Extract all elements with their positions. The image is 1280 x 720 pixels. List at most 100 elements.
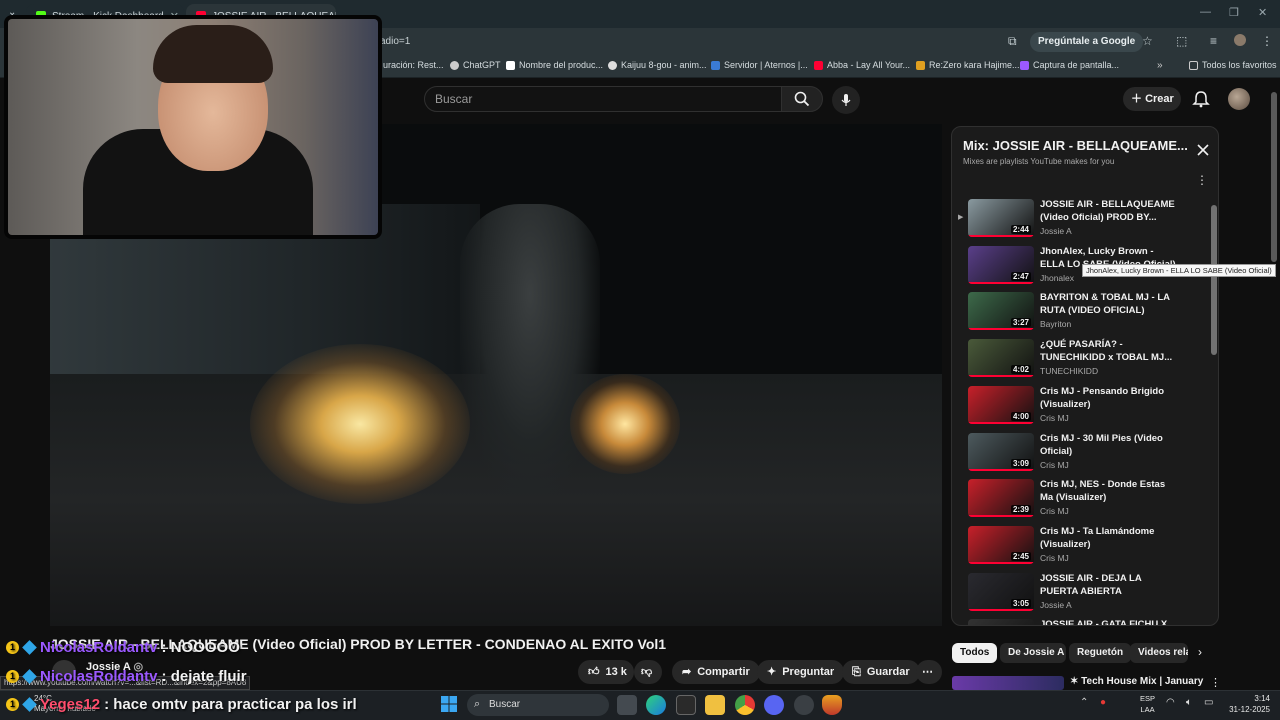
playlist-item[interactable]: JOSSIE AIR - GATA FICHU X [952,617,1212,625]
menu-icon[interactable]: ⋮ [1261,34,1273,48]
ask-label: Preguntar [782,666,835,678]
playlist-item[interactable]: 4:00 Cris MJ - Pensando Brigido (Visualiz… [952,384,1212,430]
cast-icon[interactable]: ⧉ [1008,34,1017,49]
playlist-item[interactable]: 3:27 BAYRITON & TOBAL MJ - LA RUTA (VIDEO… [952,290,1212,336]
folder-icon [1189,60,1198,70]
volume-icon[interactable]: 🔈︎ [1186,697,1192,708]
playlist-menu-icon[interactable]: ⋮ [1196,173,1208,187]
battery-icon[interactable]: ▭ [1204,697,1213,708]
chip-channel[interactable]: De Jossie A [1000,643,1066,663]
all-favorites[interactable]: Todos los favoritos [1189,60,1277,70]
task-view-icon[interactable] [617,695,637,715]
sub-badge-icon: 1 [6,641,19,654]
playlist-item[interactable]: 3:09 Cris MJ - 30 Mil Pies (Video Oficial… [952,431,1212,477]
bookmark-label: Kaijuu 8-gou - anim... [621,60,707,70]
search-icon: ⌕ [474,698,481,710]
bookmark-item[interactable]: Captura de pantalla... [1020,60,1119,70]
like-button[interactable]: 👍︎ 13 k [578,660,634,684]
bookmark-item[interactable]: Re:Zero kara Hajime... [916,60,1020,70]
search-button[interactable] [781,86,823,112]
save-button[interactable]: ⎘ Guardar [842,660,920,684]
chevron-up-icon[interactable]: ⌃ [1080,697,1088,708]
playlist-scrollbar[interactable] [1211,205,1217,355]
windows-start-icon[interactable] [440,695,460,715]
voice-search-button[interactable] [832,86,860,114]
search-input[interactable]: Buscar [424,86,782,112]
chip-label: Todos [960,647,990,658]
playlist-item-channel: Cris MJ [1040,459,1069,470]
bookmark-item[interactable]: Nombre del produc... [506,60,603,70]
chat-message: 1 Yeges12: hace omtv para practicar pa l… [6,696,357,713]
chevron-right-icon[interactable]: › [1198,645,1202,659]
wifi-icon[interactable]: ◠ [1166,697,1175,708]
dislike-button[interactable]: 👎︎ [634,660,662,684]
close-icon[interactable] [1196,143,1210,157]
bookmark-item[interactable]: uración: Rest... [383,60,444,70]
window-close-icon[interactable]: ✕ [1258,6,1267,19]
thumbs-up-icon: 👍︎ [588,666,600,678]
chip-related[interactable]: Videos rela [1130,643,1188,663]
webcam-person-hair [153,25,273,83]
playlist-thumbnail: 3:27 [968,292,1034,331]
share-button[interactable]: ➦ Compartir [672,660,760,684]
bookmark-label: ChatGPT [463,60,501,70]
address-bar[interactable]: adio=1 [380,32,970,52]
windows-logo-icon [441,696,457,712]
chip-all[interactable]: Todos [952,643,998,663]
brave-icon[interactable] [822,695,842,715]
chip-reggaeton[interactable]: Reguetón [1069,643,1132,663]
next-video-thumbnail[interactable] [952,676,1064,690]
extensions-icon[interactable]: ⬚ [1176,34,1187,48]
taskbar-search[interactable]: Buscar [467,694,609,716]
playlist-item[interactable]: 2:44 JOSSIE AIR - BELLAQUEAME (Video Ofic… [952,197,1212,243]
epic-games-icon[interactable] [676,695,696,715]
more-icon[interactable]: ⋮ [1210,676,1221,689]
watched-bar [968,515,1034,518]
layout-code: LAA [1140,705,1155,714]
chat-username: NicolasRoldantv [40,639,158,656]
playlist-item-title: ¿QUÉ PASARÍA? - TUNECHIKIDD x TOBAL MJ..… [1040,339,1173,364]
globe-icon [608,60,617,70]
bookmark-item[interactable]: Abba - Lay All Your... [814,60,910,70]
playlist-item[interactable]: 2:45 Cris MJ - Ta Llamándome (Visualizer)… [952,524,1212,570]
page-scrollbar[interactable] [1271,92,1277,262]
playlist-item[interactable]: 3:05 JOSSIE AIR - DEJA LA PUERTA ABIERTA … [952,571,1212,617]
ask-button[interactable]: ✦ Preguntar [757,660,845,684]
file-explorer-icon[interactable] [705,695,725,715]
chat-message: 1 NicolasRoldantv: NOOOOO [6,639,240,656]
profile-icon[interactable] [1234,34,1246,46]
playlist-item[interactable]: 2:39 Cris MJ, NES - Donde Estas Ma (Visua… [952,477,1212,523]
share-icon: ➦ [682,666,692,678]
video-frame-headlight [570,374,680,474]
star-icon[interactable]: ☆ [1142,34,1153,48]
create-button[interactable]: ＋ Crear [1123,87,1181,111]
duration-badge: 2:47 [1010,271,1031,281]
discord-icon[interactable] [764,695,784,715]
duration-badge: 3:27 [1010,318,1031,328]
bookmark-icon [506,60,515,70]
edge-icon[interactable] [646,695,666,715]
restore-icon[interactable]: ❐ [1229,6,1239,19]
playlist-item[interactable]: 4:02 ¿QUÉ PASARÍA? - TUNECHIKIDD x TOBAL … [952,337,1212,383]
language-indicator[interactable]: ESP LAA [1140,693,1155,715]
media-icon[interactable]: ≡ [1210,34,1217,48]
next-video-title-text: Tech House Mix | January [1081,676,1204,687]
tooltip: JhonAlex, Lucky Brown - ELLA LO SABE (Vi… [1082,264,1276,277]
chevron-right-icon[interactable]: » [1157,60,1163,71]
bookmark-item[interactable]: ChatGPT [450,60,501,70]
tray-app-icon[interactable]: ● [1100,697,1106,708]
clock-date: 31-12-2025 [1229,705,1270,714]
next-video-title[interactable]: ✶ Tech House Mix | January [1070,676,1203,687]
ask-google-button[interactable]: Pregúntale a Google [1030,32,1144,52]
obs-icon[interactable] [794,695,814,715]
playlist-item-title: Cris MJ - Pensando Brigido (Visualizer) [1040,385,1165,410]
bookmark-item[interactable]: Servidor | Aternos |... [711,60,808,70]
notifications-bell-icon[interactable] [1192,90,1210,108]
system-clock[interactable]: 3:14 31-12-2025 [1218,693,1270,715]
minimize-icon[interactable]: — [1200,6,1211,18]
chrome-icon[interactable] [735,695,755,715]
account-avatar[interactable] [1228,88,1250,110]
bookmark-item[interactable]: Kaijuu 8-gou - anim... [608,60,707,70]
chat-message: 1 NicolasRoldantv: dejate fluir [6,668,247,685]
more-actions-button[interactable]: ⋯ [916,660,942,684]
